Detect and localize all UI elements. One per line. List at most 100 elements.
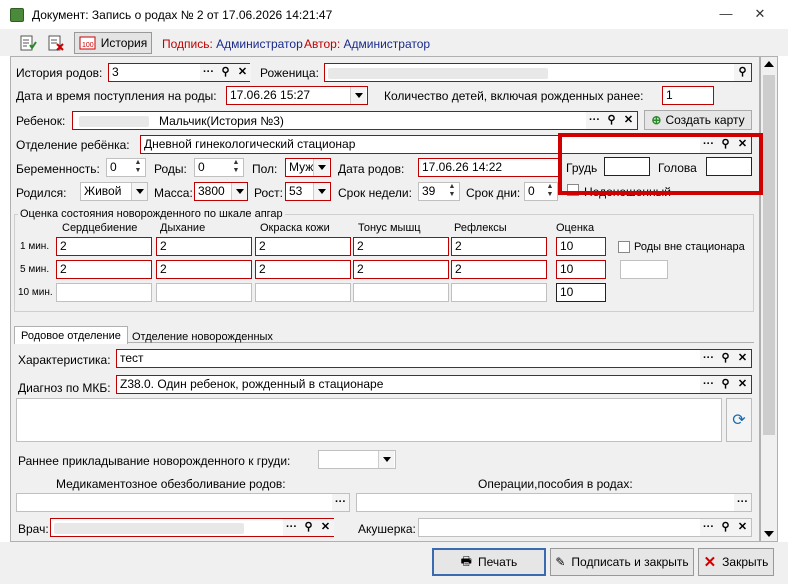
admit-label: Дата и время поступления на роды:: [16, 89, 217, 103]
midwife-more-button[interactable]: ···: [700, 519, 717, 536]
history-label: История: [100, 36, 148, 50]
unsign-icon[interactable]: [44, 32, 68, 54]
apgar-cell[interactable]: [156, 283, 252, 302]
sex-label: Пол:: [252, 162, 278, 176]
mkb-clear-icon[interactable]: ✕: [734, 376, 751, 393]
scroll-down-icon[interactable]: [764, 531, 774, 537]
history-button[interactable]: 100 История: [74, 32, 152, 54]
history-more-button[interactable]: ···: [200, 64, 217, 81]
char-clear-icon[interactable]: ✕: [734, 350, 751, 367]
footer: 🖶 Печать ✎ Подписать и закрыть ✕ Закрыть: [0, 542, 788, 584]
create-card-button[interactable]: ⊕ Создать карту: [644, 110, 752, 130]
minimize-button[interactable]: —: [718, 6, 734, 22]
height-dropdown-icon[interactable]: [313, 183, 329, 200]
child-more-button[interactable]: ···: [586, 112, 603, 129]
early-dropdown-icon[interactable]: [378, 451, 394, 468]
midwife-label: Акушерка:: [358, 522, 416, 536]
apgar-score[interactable]: 10: [556, 237, 606, 256]
mkb-more-button[interactable]: ···: [700, 376, 717, 393]
mkb-input[interactable]: Z38.0. Один ребенок, рожденный в стацион…: [116, 375, 752, 394]
children-count-input[interactable]: 1: [662, 86, 714, 105]
apgar-cell[interactable]: 2: [353, 260, 449, 279]
days-spinner[interactable]: ▲ ▼: [543, 183, 557, 200]
redacted-name: [328, 68, 548, 79]
child-input[interactable]: Мальчик(История №3): [72, 111, 638, 130]
char-more-button[interactable]: ···: [700, 350, 717, 367]
apgar-cell[interactable]: 2: [255, 237, 351, 256]
mass-label: Масса:: [154, 186, 193, 200]
apgar-cell[interactable]: [451, 283, 547, 302]
anest-label: Медикаментозное обезболивание родов:: [56, 477, 286, 491]
mother-search-icon[interactable]: ⚲: [734, 64, 751, 81]
sex-dropdown-icon[interactable]: [313, 159, 329, 176]
apgar-cell[interactable]: 2: [353, 237, 449, 256]
close-window-button[interactable]: ✕: [752, 6, 768, 22]
vertical-scrollbar[interactable]: [760, 56, 778, 542]
doctor-label: Врач:: [18, 522, 49, 536]
apgar-header-score: Оценка: [556, 222, 595, 234]
apgar-score[interactable]: 10: [556, 260, 606, 279]
char-search-icon[interactable]: ⚲: [717, 350, 734, 367]
out-of-hospital-checkbox[interactable]: [618, 241, 630, 253]
preg-spinner[interactable]: ▲ ▼: [131, 159, 145, 176]
child-clear-icon[interactable]: ✕: [620, 112, 637, 129]
ops-input[interactable]: [356, 493, 752, 512]
print-label: Печать: [478, 555, 518, 569]
admit-datetime-input[interactable]: 17.06.26 15:27: [226, 86, 368, 105]
scroll-thumb[interactable]: [763, 75, 775, 435]
apgar-cell[interactable]: 2: [56, 237, 152, 256]
author-info: Автор: Администратор: [304, 37, 430, 51]
mass-dropdown-icon[interactable]: [231, 183, 247, 200]
anest-more-button[interactable]: ···: [332, 494, 349, 511]
midwife-clear-icon[interactable]: ✕: [734, 519, 751, 536]
birthdate-input[interactable]: 17.06.26 14:22: [418, 158, 560, 177]
chevron-down-icon[interactable]: [350, 87, 366, 104]
refresh-icon[interactable]: ⟳: [726, 398, 752, 442]
sign-icon: ✎: [555, 555, 566, 569]
child-search-icon[interactable]: ⚲: [603, 112, 620, 129]
midwife-search-icon[interactable]: ⚲: [717, 519, 734, 536]
signed-key: Подпись:: [162, 37, 213, 51]
mother-input[interactable]: [324, 63, 752, 82]
apgar-cell[interactable]: [255, 283, 351, 302]
children-label: Количество детей, включая рожденных ране…: [384, 89, 644, 103]
out-of-hospital-label: Роды вне стационара: [634, 241, 745, 253]
close-button[interactable]: ✕ Закрыть: [698, 548, 774, 576]
mkb-notes-textarea[interactable]: [16, 398, 722, 442]
apgar-cell[interactable]: 2: [156, 237, 252, 256]
tab-newborns[interactable]: Отделение новорожденных: [132, 331, 273, 343]
apgar-cell[interactable]: 2: [156, 260, 252, 279]
mkb-search-icon[interactable]: ⚲: [717, 376, 734, 393]
weeks-spinner[interactable]: ▲ ▼: [445, 183, 459, 200]
doctor-search-icon[interactable]: ⚲: [300, 519, 317, 536]
apgar-score[interactable]: 10: [556, 283, 606, 302]
anest-input[interactable]: [16, 493, 350, 512]
scroll-up-icon[interactable]: [764, 61, 774, 67]
apgar-row-label: 10 мин.: [18, 287, 53, 298]
create-card-label: Создать карту: [665, 113, 745, 127]
doctor-clear-icon[interactable]: ✕: [317, 519, 334, 536]
sign-check-icon[interactable]: [16, 32, 40, 54]
ops-more-button[interactable]: ···: [734, 494, 751, 511]
apgar-cell[interactable]: 2: [451, 237, 547, 256]
search-icon[interactable]: ⚲: [217, 64, 234, 81]
doctor-more-button[interactable]: ···: [283, 519, 300, 536]
apgar-cell[interactable]: 2: [451, 260, 547, 279]
born-dropdown-icon[interactable]: [131, 183, 147, 200]
apgar-cell[interactable]: 2: [255, 260, 351, 279]
tab-maternity[interactable]: Родовое отделение: [14, 326, 128, 344]
char-input[interactable]: тест: [116, 349, 752, 368]
close-icon: ✕: [703, 554, 717, 571]
clear-icon[interactable]: ✕: [234, 64, 251, 81]
highlight-box: [558, 133, 763, 195]
sign-close-button[interactable]: ✎ Подписать и закрыть: [550, 548, 694, 576]
title-bar: Документ: Запись о родах № 2 от 17.06.20…: [0, 0, 788, 30]
apgar-cell[interactable]: [353, 283, 449, 302]
out-of-hospital-input[interactable]: [620, 260, 668, 279]
print-button[interactable]: 🖶 Печать: [432, 548, 546, 576]
plus-icon: ⊕: [651, 113, 662, 127]
apgar-cell[interactable]: 2: [56, 260, 152, 279]
apgar-cell[interactable]: [56, 283, 152, 302]
births-spinner[interactable]: ▲ ▼: [229, 159, 243, 176]
sign-close-label: Подписать и закрыть: [571, 555, 689, 569]
